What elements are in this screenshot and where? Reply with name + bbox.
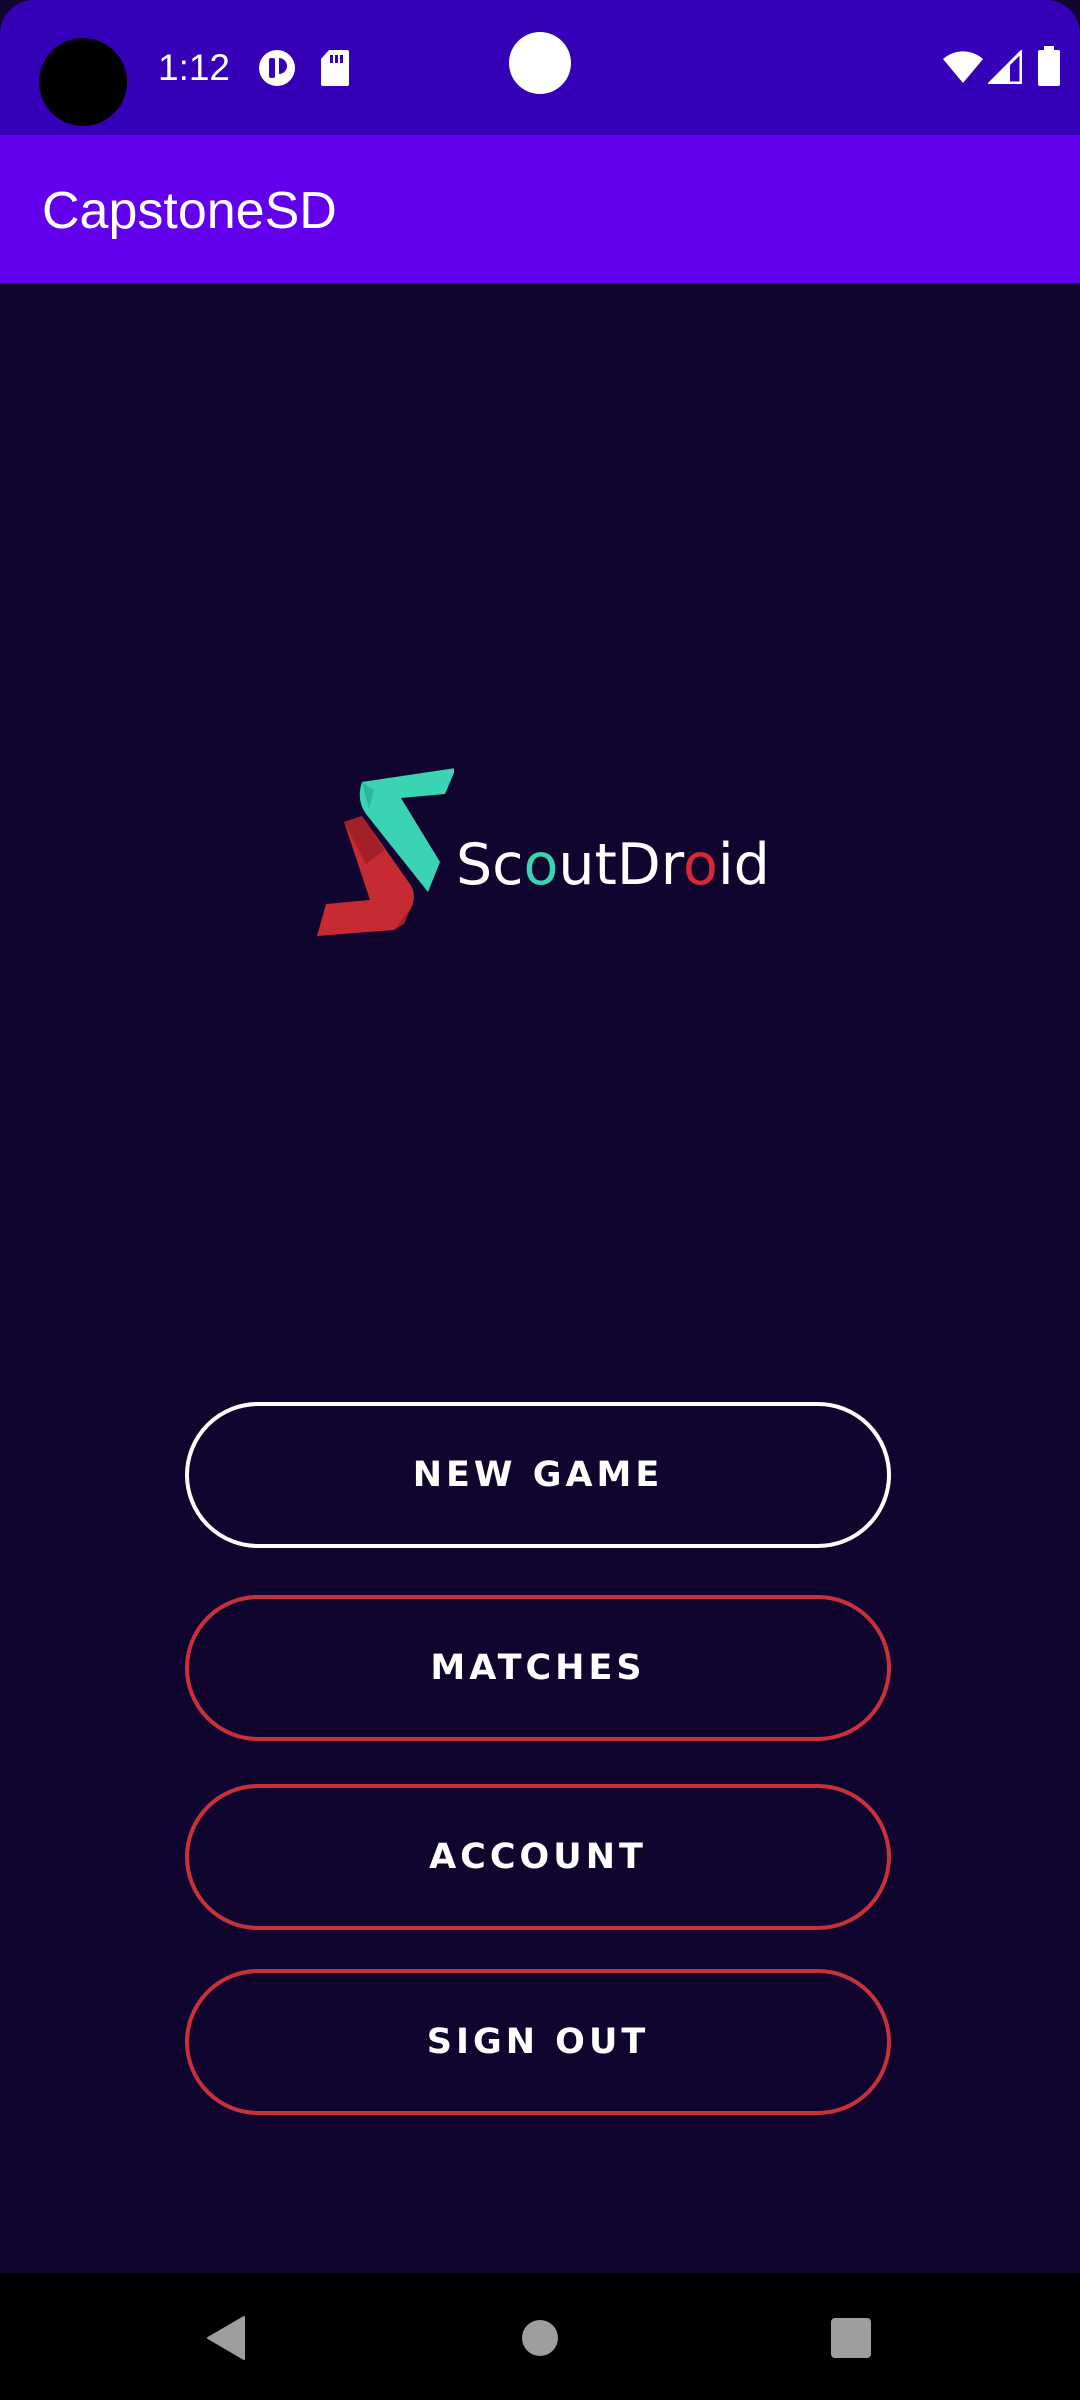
account-label: ACCOUNT: [429, 1837, 647, 1877]
logo-text-accent-teal: o: [523, 832, 559, 898]
back-icon[interactable]: [206, 2315, 246, 2361]
scoutdroid-logo-mark: [317, 768, 454, 936]
logo-text-part: utDr: [558, 832, 683, 898]
signal-icon: [988, 50, 1022, 84]
sd-card-icon: [321, 50, 349, 86]
new-game-button[interactable]: NEW GAME: [185, 1402, 891, 1548]
battery-icon: [1038, 46, 1060, 86]
app-title: CapstoneSD: [42, 182, 337, 240]
home-icon[interactable]: [521, 2319, 559, 2357]
logo-wordmark: ScoutDroid: [456, 830, 770, 900]
sign-out-label: SIGN OUT: [426, 2022, 650, 2062]
account-button[interactable]: ACCOUNT: [185, 1784, 891, 1930]
status-time: 1:12: [158, 47, 231, 88]
logo-text-part: id: [717, 832, 770, 898]
sign-out-button[interactable]: SIGN OUT: [185, 1969, 891, 2115]
matches-label: MATCHES: [430, 1648, 646, 1688]
recents-icon[interactable]: [830, 2317, 872, 2359]
new-game-label: NEW GAME: [412, 1455, 664, 1495]
logo-text-part: Sc: [456, 832, 524, 898]
app-bar: CapstoneSD: [0, 135, 1080, 283]
matches-button[interactable]: MATCHES: [185, 1595, 891, 1741]
media-icon: [259, 50, 295, 86]
camera-hole: [39, 38, 127, 126]
notch-dot: [509, 32, 571, 94]
wifi-icon: [943, 51, 983, 83]
scoutdroid-logo: ScoutDroid: [314, 764, 774, 944]
home-screen: 1:12 CapstoneSD ScoutDroid NEW GAME MATC…: [0, 0, 1080, 2400]
status-bar: 1:12: [0, 0, 1080, 135]
navigation-bar: [0, 2273, 1080, 2400]
logo-text-accent-red: o: [682, 832, 718, 898]
